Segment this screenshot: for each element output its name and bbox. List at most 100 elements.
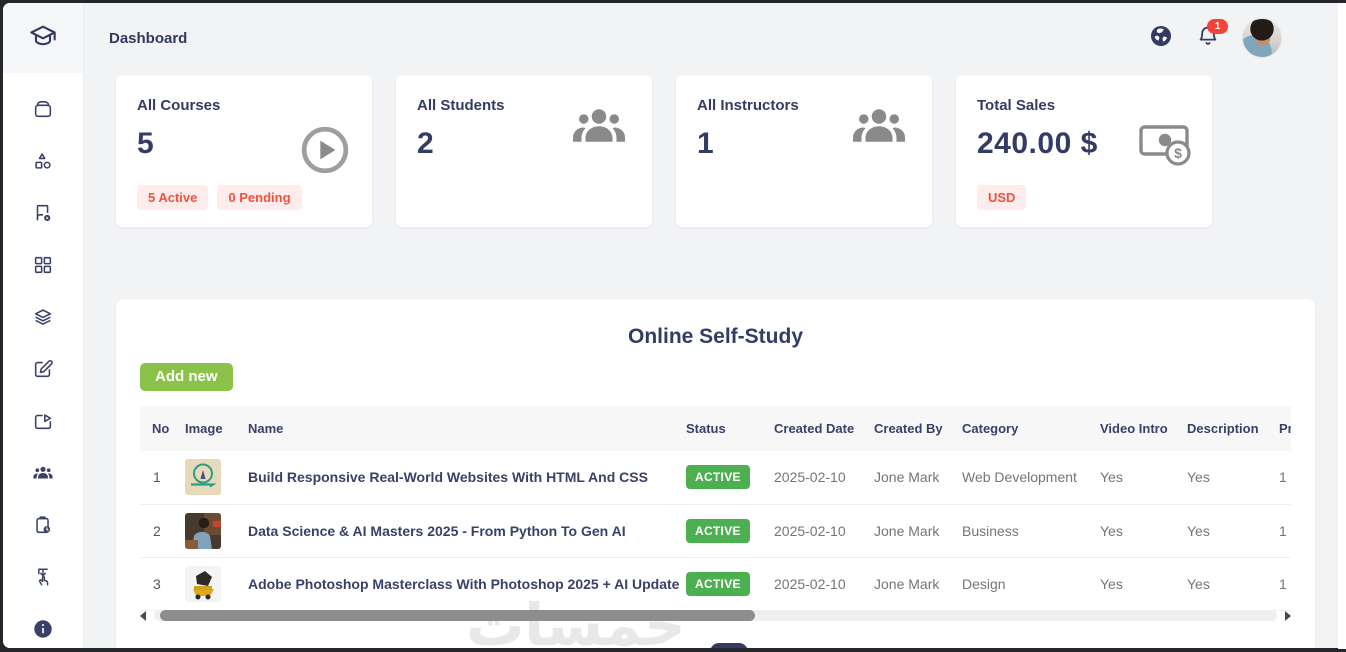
share-icon [32,410,54,437]
col-description: Description [1187,421,1259,436]
stats-cards-row: All Courses 5 5 Active 0 Pending All Stu… [116,75,1212,227]
sidebar-item-info[interactable] [30,618,56,645]
sidebar-nav [3,73,83,642]
created-date: 2025-02-10 [774,469,846,486]
card-total-sales: Total Sales 240.00 $ USD $ [956,75,1212,227]
card-title: Total Sales [977,97,1056,114]
price: 1 [1279,575,1287,592]
clipboard-clock-icon [32,514,54,541]
created-date: 2025-02-10 [774,575,846,592]
course-thumbnail [185,459,221,496]
description: Yes [1187,469,1210,486]
col-name: Name [248,421,284,436]
user-avatar[interactable] [1242,18,1282,58]
shapes-icon [32,150,54,177]
category: Business [962,522,1019,539]
globe-icon [1149,24,1173,53]
courses-table: No Image Name Status Created Date Create… [140,406,1291,611]
col-video-intro: Video Intro [1100,421,1168,436]
currency-badge: USD [977,185,1027,210]
status-badge: ACTIVE [686,571,750,596]
scroll-left-arrow[interactable] [140,611,146,621]
category: Design [962,575,1006,592]
course-name-link[interactable]: Build Responsive Real-World Websites Wit… [242,451,680,504]
sidebar [3,3,84,648]
courses-panel: Online Self-Study Add new No Image Name … [116,299,1315,648]
created-by: Jone Mark [874,575,940,592]
scrollbar-track[interactable] [154,610,1277,621]
pending-count-badge: 0 Pending [217,185,302,210]
language-globe-button[interactable] [1148,25,1174,51]
table-header-row: No Image Name Status Created Date Create… [140,406,1291,451]
course-name-link[interactable]: Adobe Photoshop Masterclass With Photosh… [242,557,680,610]
sidebar-item-media[interactable] [30,204,56,226]
top-header: Dashboard 1 [83,3,1334,73]
courses-table-viewport: No Image Name Status Created Date Create… [140,406,1291,611]
sidebar-item-students[interactable] [30,464,56,486]
sidebar-item-courses[interactable] [30,100,56,122]
layers-icon [32,306,54,333]
sidebar-item-share[interactable] [30,412,56,434]
users-group-icon [568,103,630,158]
col-status: Status [686,421,726,436]
sidebar-item-modules[interactable] [30,256,56,278]
bookmark-video-icon [32,202,54,229]
browser-scrollbar[interactable] [1338,3,1346,649]
card-all-instructors: All Instructors 1 [676,75,932,227]
table-row: 2 Data Science & AI Masters 2025 - From … [140,504,1291,557]
notification-count-badge: 1 [1207,19,1228,34]
sidebar-item-install[interactable] [30,566,56,593]
sidebar-item-levels[interactable] [30,308,56,330]
table-row: 3 Adobe Photoshop Masterclass With Photo… [140,557,1291,610]
created-by: Jone Mark [874,522,940,539]
course-thumbnail [185,565,221,602]
apps-grid-icon [32,254,54,281]
graduation-cap-icon [29,22,57,55]
active-count-badge: 5 Active [137,185,209,210]
col-category: Category [962,421,1019,436]
row-number: 2 [153,522,161,539]
notifications-button[interactable]: 1 [1195,19,1228,51]
price: 1 [1279,469,1287,486]
edit-icon [32,358,54,385]
card-all-students: All Students 2 [396,75,652,227]
col-created-by: Created By [874,421,943,436]
install-hand-icon [32,566,54,593]
page-title: Dashboard [109,29,188,47]
sidebar-item-reports[interactable] [30,514,56,541]
sidebar-item-categories[interactable] [30,152,56,174]
app-logo[interactable] [3,3,83,73]
description: Yes [1187,522,1210,539]
video-intro: Yes [1100,522,1123,539]
add-new-button[interactable]: Add new [140,363,233,391]
col-created-date: Created Date [774,421,855,436]
col-price: Price [1279,421,1291,436]
card-all-courses: All Courses 5 5 Active 0 Pending [116,75,372,227]
info-icon [32,618,54,645]
archive-box-icon [32,98,54,125]
status-badge: ACTIVE [686,518,750,543]
bottom-partial-button[interactable] [710,643,748,648]
course-name-link[interactable]: Data Science & AI Masters 2025 - From Py… [242,504,680,557]
col-image: Image [185,421,223,436]
app-window: Dashboard 1 All Courses 5 5 Active 0 Pen… [0,0,1342,651]
header-actions: 1 [1148,18,1334,58]
scroll-right-arrow[interactable] [1285,611,1291,621]
row-number: 3 [153,575,161,592]
horizontal-scrollbar [140,609,1291,623]
description: Yes [1187,575,1210,592]
scrollbar-thumb[interactable] [160,610,756,621]
sidebar-item-edit[interactable] [30,358,56,385]
course-thumbnail [185,512,221,549]
card-title: All Courses [137,97,221,114]
users-icon [32,462,54,489]
created-by: Jone Mark [874,469,940,486]
video-intro: Yes [1100,575,1123,592]
table-row: 1 Build Responsive Real-World Websites W… [140,451,1291,504]
play-circle-icon [300,125,350,180]
video-intro: Yes [1100,469,1123,486]
created-date: 2025-02-10 [774,522,846,539]
price: 1 [1279,522,1287,539]
svg-text:$: $ [1174,145,1182,161]
category: Web Development [962,469,1077,486]
